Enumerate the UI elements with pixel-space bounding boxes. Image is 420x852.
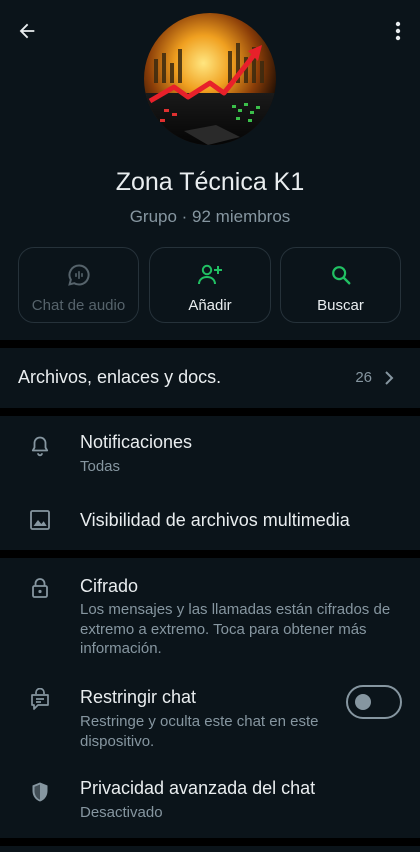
files-links-docs-label: Archivos, enlaces y docs. xyxy=(18,367,222,387)
encryption-title: Cifrado xyxy=(80,576,139,596)
restricted-chat-icon xyxy=(31,688,49,710)
search-button[interactable]: Buscar xyxy=(280,247,401,323)
restrict-chat-toggle[interactable] xyxy=(346,685,402,719)
lock-icon xyxy=(32,578,48,598)
group-header: Zona Técnica K1 Grupo · 92 miembros Chat… xyxy=(0,0,420,340)
search-label: Buscar xyxy=(317,297,364,314)
notification-settings-section: Notificaciones Todas Visibilidad de arch… xyxy=(0,416,420,550)
add-member-button[interactable]: Añadir xyxy=(149,247,271,323)
audio-chat-icon xyxy=(67,264,90,286)
audio-chat-button[interactable]: Chat de audio xyxy=(18,247,139,323)
stock-chart-avatar-icon xyxy=(144,13,276,145)
notifications-title: Notificaciones xyxy=(80,432,193,452)
restrict-chat-title: Restringir chat xyxy=(80,687,197,707)
add-person-icon xyxy=(198,264,222,285)
next-section xyxy=(0,846,420,852)
encryption-row[interactable]: Cifrado Los mensajes y las llamadas está… xyxy=(0,558,420,664)
group-info-screen: Zona Técnica K1 Grupo · 92 miembros Chat… xyxy=(0,0,420,852)
image-icon xyxy=(30,510,50,530)
add-member-label: Añadir xyxy=(188,297,232,314)
files-count: 26 xyxy=(355,369,372,386)
back-button[interactable] xyxy=(12,16,42,46)
audio-chat-label: Chat de audio xyxy=(31,297,126,314)
encryption-subtitle: Los mensajes y las llamadas están cifrad… xyxy=(80,601,391,657)
chevron-right-icon xyxy=(382,368,396,388)
advanced-privacy-row[interactable]: Privacidad avanzada del chat Desactivado xyxy=(0,770,420,838)
advanced-privacy-title: Privacidad avanzada del chat xyxy=(80,778,316,798)
group-avatar[interactable] xyxy=(144,13,276,145)
privacy-settings-section: Cifrado Los mensajes y las llamadas está… xyxy=(0,558,420,838)
notifications-subtitle: Todas xyxy=(80,458,121,475)
more-vertical-icon xyxy=(395,21,401,41)
media-visibility-title: Visibilidad de archivos multimedia xyxy=(80,510,350,530)
bell-icon xyxy=(31,436,49,457)
back-arrow-icon xyxy=(19,23,35,39)
files-links-docs-row[interactable]: Archivos, enlaces y docs. 26 xyxy=(0,348,420,408)
restrict-chat-subtitle: Restringe y oculta este chat en este dis… xyxy=(80,713,319,750)
shield-icon xyxy=(32,782,48,802)
more-options-button[interactable] xyxy=(386,16,410,46)
toggle-knob xyxy=(355,694,371,710)
advanced-privacy-subtitle: Desactivado xyxy=(80,804,163,821)
group-member-count[interactable]: Grupo · 92 miembros xyxy=(0,207,420,227)
group-name[interactable]: Zona Técnica K1 xyxy=(0,168,420,197)
search-icon xyxy=(331,266,350,285)
notifications-row[interactable]: Notificaciones Todas xyxy=(0,416,420,492)
media-visibility-row[interactable]: Visibilidad de archivos multimedia xyxy=(0,492,420,550)
